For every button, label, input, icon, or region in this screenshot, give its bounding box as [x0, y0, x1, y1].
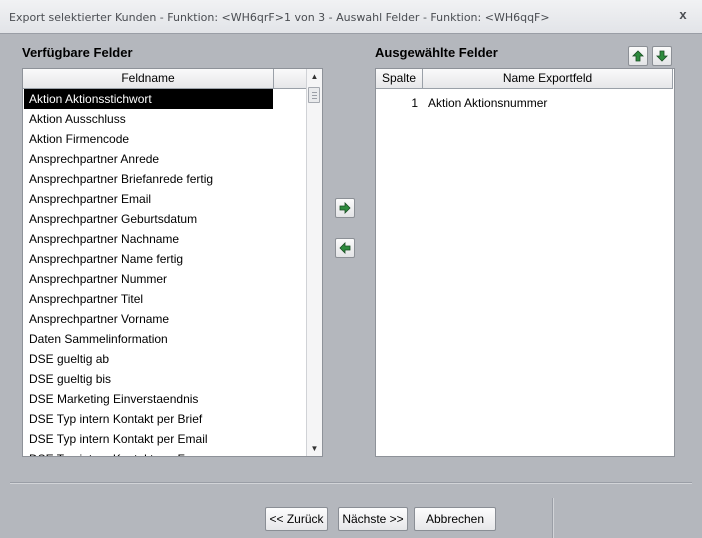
list-item[interactable]: DSE Typ intern Kontakt per Fax	[24, 449, 273, 456]
list-item[interactable]: Ansprechpartner Email	[24, 189, 273, 209]
selected-fields-title: Ausgewählte Felder	[375, 45, 498, 60]
list-item[interactable]: Ansprechpartner Briefanrede fertig	[24, 169, 273, 189]
list-item[interactable]: DSE Marketing Einverstaendnis	[24, 389, 273, 409]
title-bar[interactable]: Export selektierter Kunden - Funktion: <…	[0, 0, 702, 34]
list-item[interactable]: Ansprechpartner Geburtsdatum	[24, 209, 273, 229]
list-item[interactable]: DSE Typ intern Kontakt per Brief	[24, 409, 273, 429]
arrow-left-icon	[339, 242, 351, 254]
list-item[interactable]: Aktion Ausschluss	[24, 109, 273, 129]
available-fields-title: Verfügbare Felder	[22, 45, 133, 60]
scroll-thumb[interactable]	[308, 87, 320, 103]
list-item[interactable]: Daten Sammelinformation	[24, 329, 273, 349]
button-separator	[552, 498, 554, 538]
list-item[interactable]: Ansprechpartner Name fertig	[24, 249, 273, 269]
arrow-up-icon	[632, 50, 644, 62]
selected-fields-table[interactable]: Spalte Name Exportfeld 1 Aktion Aktionsn…	[375, 68, 675, 457]
spalte-column-header[interactable]: Spalte	[376, 69, 423, 89]
add-field-button[interactable]	[335, 198, 355, 218]
move-down-button[interactable]	[652, 46, 672, 66]
move-up-button[interactable]	[628, 46, 648, 66]
list-item[interactable]: Aktion Firmencode	[24, 129, 273, 149]
row-name: Aktion Aktionsnummer	[428, 96, 548, 110]
arrow-down-icon	[656, 50, 668, 62]
list-item[interactable]: Aktion Aktionsstichwort	[24, 89, 273, 109]
row-spalte: 1	[411, 96, 418, 110]
scroll-up-arrow-icon[interactable]: ▲	[307, 69, 322, 84]
list-item[interactable]: Ansprechpartner Nachname	[24, 229, 273, 249]
arrow-right-icon	[339, 202, 351, 214]
back-button[interactable]: << Zurück	[265, 507, 328, 531]
list-item[interactable]: Ansprechpartner Nummer	[24, 269, 273, 289]
window-title: Export selektierter Kunden - Funktion: <…	[9, 11, 550, 24]
table-row[interactable]: 1 Aktion Aktionsnummer	[376, 93, 674, 113]
list-item[interactable]: Ansprechpartner Vorname	[24, 309, 273, 329]
feldname-column-header[interactable]: Feldname	[23, 69, 274, 89]
export-dialog: Export selektierter Kunden - Funktion: <…	[0, 0, 702, 538]
name-exportfeld-column-header[interactable]: Name Exportfeld	[423, 69, 673, 89]
list-item[interactable]: DSE gueltig bis	[24, 369, 273, 389]
list-item[interactable]: Ansprechpartner Titel	[24, 289, 273, 309]
next-button[interactable]: Nächste >>	[338, 507, 408, 531]
thumb-grip	[312, 92, 317, 93]
available-fields-list[interactable]: Feldname Aktion Aktionsstichwort Aktion A…	[22, 68, 323, 457]
list-item[interactable]: DSE gueltig ab	[24, 349, 273, 369]
close-icon[interactable]: x	[676, 8, 690, 22]
available-items: Aktion Aktionsstichwort Aktion Ausschluss…	[24, 89, 306, 456]
header-filler	[274, 69, 306, 89]
remove-field-button[interactable]	[335, 238, 355, 258]
bottom-separator	[10, 482, 692, 484]
vertical-scrollbar[interactable]: ▲ ▼	[306, 69, 322, 456]
list-item[interactable]: Ansprechpartner Anrede	[24, 149, 273, 169]
list-item[interactable]: DSE Typ intern Kontakt per Email	[24, 429, 273, 449]
thumb-grip	[312, 98, 317, 99]
scroll-down-arrow-icon[interactable]: ▼	[307, 441, 322, 456]
cancel-button[interactable]: Abbrechen	[414, 507, 496, 531]
thumb-grip	[312, 95, 317, 96]
